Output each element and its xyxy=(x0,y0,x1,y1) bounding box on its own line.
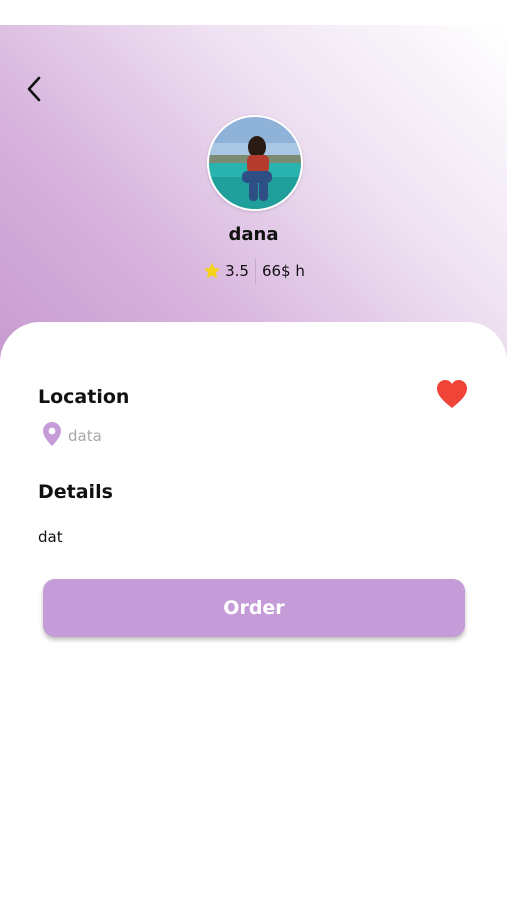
order-button[interactable]: Order xyxy=(43,579,465,637)
stat-divider xyxy=(254,258,256,284)
profile-stats: 3.5 66$ h xyxy=(0,258,507,284)
heart-icon xyxy=(437,380,467,408)
details-title: Details xyxy=(38,481,113,503)
location-title: Location xyxy=(38,386,130,408)
rating-value: 3.5 xyxy=(225,262,249,280)
chevron-left-icon xyxy=(27,76,41,102)
avatar xyxy=(207,115,303,211)
favorite-button[interactable] xyxy=(435,378,469,410)
location-value: data xyxy=(68,427,102,445)
location-row: data xyxy=(42,421,102,447)
details-value: dat xyxy=(38,528,63,546)
star-icon xyxy=(203,262,221,279)
price-value: 66$ h xyxy=(261,262,305,280)
profile-name: dana xyxy=(228,224,279,245)
back-button[interactable] xyxy=(18,72,50,106)
map-pin-icon xyxy=(43,422,61,446)
rating: 3.5 xyxy=(202,261,255,281)
